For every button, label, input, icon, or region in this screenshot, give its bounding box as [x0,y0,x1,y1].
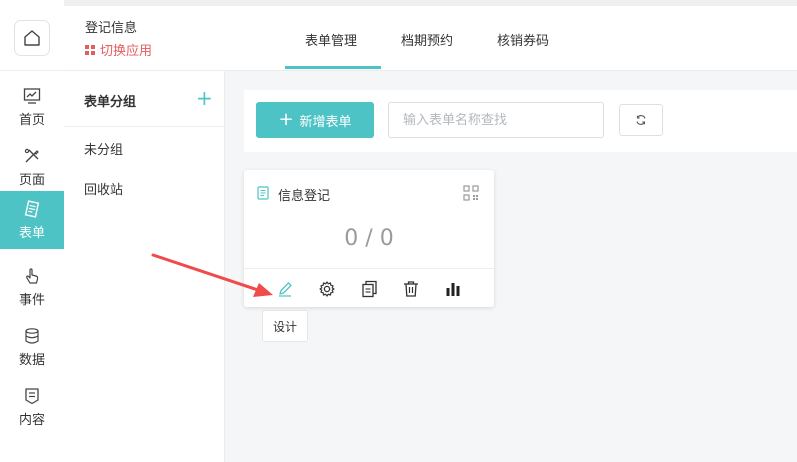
form-icon [24,199,40,218]
nav-item-home[interactable]: 首页 [0,78,64,136]
trash-icon [404,281,418,297]
add-form-label: 新增表单 [299,114,352,130]
group-panel-divider [64,126,224,127]
nav-label: 内容 [18,412,45,428]
delete-button[interactable] [402,280,420,298]
card-divider [244,268,494,269]
switch-app-link[interactable]: 切换应用 [85,40,152,59]
house-icon [24,30,40,46]
nav-item-event[interactable]: 事件 [0,258,64,316]
nav-item-content[interactable]: 内容 [0,378,64,436]
left-nav-rail: 首页 页面 表单 事件 数据 内容 [0,0,65,462]
copy-button[interactable] [360,280,378,298]
form-card-title: 信息登记 [278,189,331,204]
tab-coupon-verify[interactable]: 核销券码 [497,30,549,49]
content-doc-icon [25,387,39,404]
group-item-recycle-bin[interactable]: 回收站 [84,179,123,198]
tab-form-management[interactable]: 表单管理 [305,30,357,49]
top-edge-strip [64,0,797,6]
group-item-ungrouped[interactable]: 未分组 [84,139,123,158]
app-name: 登记信息 [85,21,138,36]
design-tooltip: 设计 [262,310,308,342]
search-input[interactable] [388,102,604,138]
nav-item-page[interactable]: 页面 [0,138,64,196]
grid-apps-icon [85,44,95,55]
nav-label: 表单 [18,225,45,241]
group-panel-title: 表单分组 [84,95,137,110]
settings-button[interactable] [318,280,336,298]
annotation-arrow [151,253,273,297]
active-tab-indicator [285,66,381,69]
add-group-button[interactable]: + [196,88,213,108]
settings-gear-icon [319,281,335,297]
document-icon [257,186,269,200]
tab-schedule-booking[interactable]: 档期预约 [401,30,453,49]
switch-app-label: 切换应用 [100,44,153,59]
nav-item-form[interactable]: 表单 [0,191,64,249]
submission-count: 0 / 0 [344,226,394,251]
add-form-button[interactable]: + 新增表单 [256,102,374,138]
bar-chart-icon [446,283,460,296]
rail-divider [0,70,64,71]
plus-icon: + [278,109,294,130]
copy-icon [362,280,377,298]
nav-item-data[interactable]: 数据 [0,318,64,376]
chart-monitor-icon [23,87,41,104]
nav-label: 事件 [18,292,45,308]
hand-pointer-icon [26,267,39,284]
nav-label: 数据 [18,352,45,368]
refresh-icon [636,115,646,125]
home-button[interactable] [14,20,50,56]
design-tools-icon [24,148,39,162]
nav-label: 页面 [18,172,45,188]
refresh-button[interactable] [619,104,663,136]
qr-code-icon[interactable] [463,185,479,201]
database-icon [25,327,39,344]
nav-label: 首页 [18,112,45,128]
statistics-button[interactable] [444,280,462,298]
